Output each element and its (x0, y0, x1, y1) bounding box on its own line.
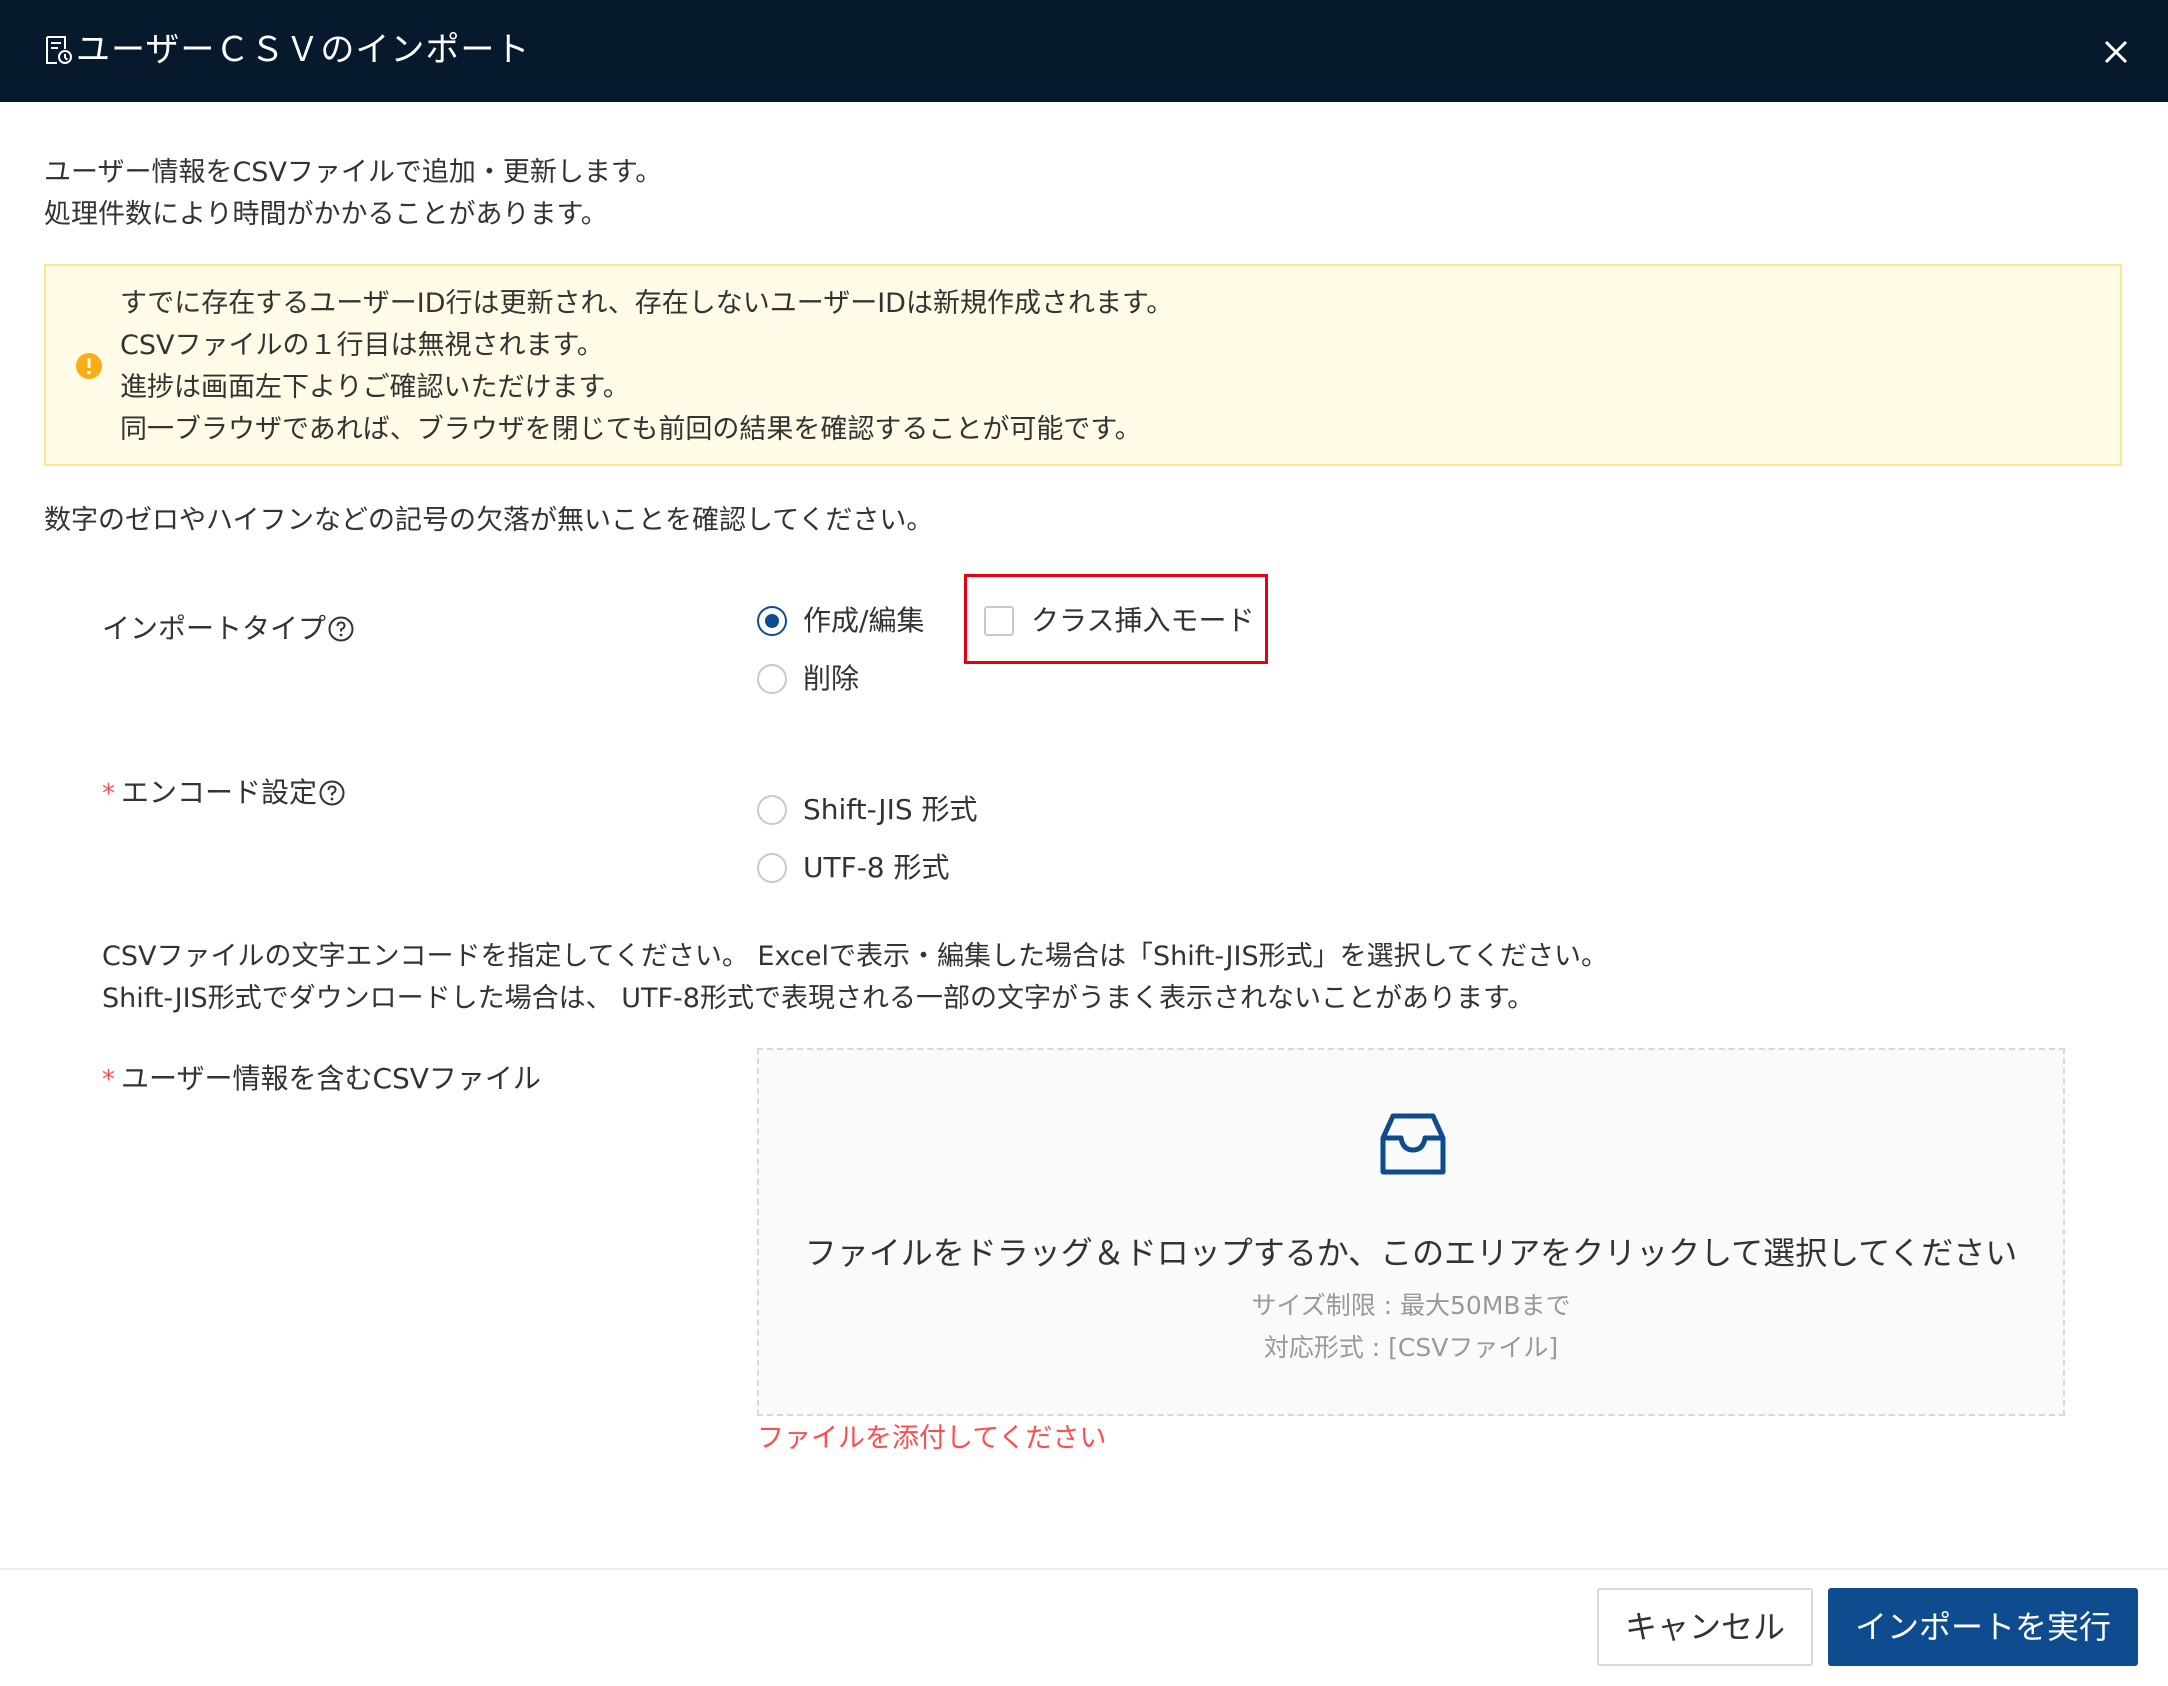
run-import-button[interactable]: インポートを実行 (1828, 1588, 2138, 1666)
radio-utf8-label[interactable]: UTF-8 形式 (803, 847, 950, 889)
notice-line: CSVファイルの１行目は無視されます。 (120, 330, 604, 361)
cancel-button[interactable]: キャンセル (1597, 1588, 1813, 1666)
file-upload-label-text: ユーザー情報を含むCSVファイル (121, 1062, 541, 1095)
class-insert-mode-checkbox[interactable] (984, 606, 1014, 636)
import-type-label-text: インポートタイプ (102, 612, 327, 645)
question-circle-icon[interactable] (319, 780, 345, 806)
import-csv-dialog: ユーザーＣＳＶのインポート ユーザー情報をCSVファイルで追加・更新します。 処… (0, 0, 2168, 1686)
radio-create-edit[interactable] (757, 606, 787, 636)
footer-divider (0, 1568, 2168, 1570)
dropzone-size-limit: サイズ制限 : 最大50MBまで (1251, 1291, 1571, 1320)
intro-line-1: ユーザー情報をCSVファイルで追加・更新します。 (44, 157, 663, 188)
dialog-header: ユーザーＣＳＶのインポート (0, 0, 2168, 102)
required-mark: * (102, 779, 115, 809)
radio-utf8[interactable] (757, 853, 787, 883)
encoding-help-line-1: CSVファイルの文字エンコードを指定してください。 Excelで表示・編集した場… (102, 941, 1609, 972)
question-circle-icon[interactable] (328, 616, 354, 642)
exclamation-circle-icon (76, 353, 102, 379)
close-icon[interactable] (2096, 32, 2136, 72)
file-upload-label: * ユーザー情報を含むCSVファイル (102, 1058, 541, 1101)
inbox-icon (1380, 1113, 1446, 1175)
radio-delete-label[interactable]: 削除 (803, 658, 859, 700)
radio-delete[interactable] (757, 664, 787, 694)
notice-line: 進捗は画面左下よりご確認いただけます。 (120, 372, 630, 403)
dropzone-main-text: ファイルをドラッグ＆ドロップするか、このエリアをクリックして選択してください (804, 1234, 2018, 1272)
document-icon (46, 36, 72, 64)
radio-shift-jis-label[interactable]: Shift-JIS 形式 (803, 789, 978, 831)
file-dropzone[interactable]: ファイルをドラッグ＆ドロップするか、このエリアをクリックして選択してください サ… (757, 1048, 2065, 1416)
radio-create-edit-label[interactable]: 作成/編集 (803, 600, 924, 642)
notice-box: すでに存在するユーザーID行は更新され、存在しないユーザーIDは新規作成されます… (44, 264, 2122, 466)
radio-shift-jis[interactable] (757, 795, 787, 825)
notice-line: 同一ブラウザであれば、ブラウザを閉じても前回の結果を確認することが可能です。 (120, 414, 1142, 445)
class-insert-mode-label[interactable]: クラス挿入モード (1031, 600, 1254, 642)
required-mark: * (102, 1065, 115, 1095)
encoding-help-line-2: Shift-JIS形式でダウンロードした場合は、 UTF-8形式で表現される一部… (102, 983, 1535, 1014)
import-type-label: インポートタイプ (102, 608, 354, 650)
check-note: 数字のゼロやハイフンなどの記号の欠落が無いことを確認してください。 (44, 505, 934, 536)
dialog-title: ユーザーＣＳＶのインポート (76, 30, 531, 70)
encoding-label-text: エンコード設定 (121, 776, 318, 809)
encoding-label: * エンコード設定 (102, 772, 345, 815)
dropzone-formats: 対応形式 : [CSVファイル] (1263, 1333, 1559, 1362)
intro-line-2: 処理件数により時間がかかることがあります。 (44, 199, 608, 230)
file-error-message: ファイルを添付してください (757, 1423, 1107, 1454)
notice-line: すでに存在するユーザーID行は更新され、存在しないユーザーIDは新規作成されます… (120, 288, 1174, 319)
